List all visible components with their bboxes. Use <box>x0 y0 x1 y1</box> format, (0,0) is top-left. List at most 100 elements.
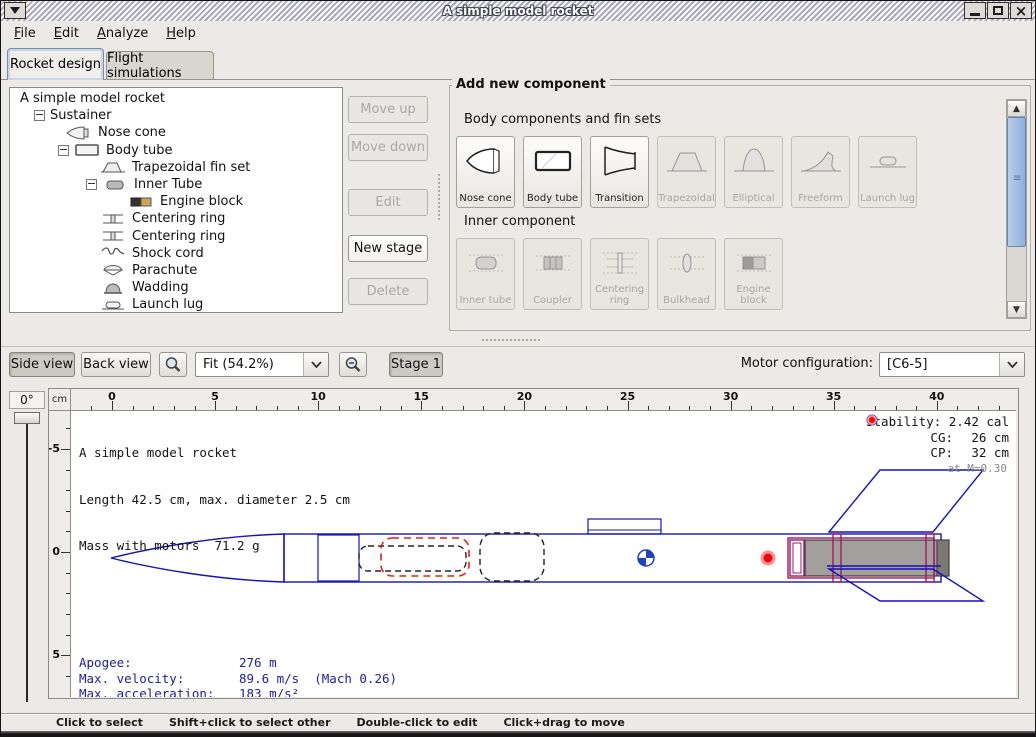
component-tree[interactable]: A simple model rocket Sustainer Nose con… <box>9 87 343 313</box>
transition-button[interactable]: Transition <box>590 136 649 208</box>
centering-ring-button[interactable]: Centering ring <box>590 238 649 310</box>
menubar: File Edit Analyze Help <box>1 21 1035 45</box>
horizontal-splitter[interactable] <box>481 338 541 342</box>
body-components-label: Body components and fin sets <box>464 112 661 127</box>
titlebar[interactable]: A simple model rocket × <box>1 1 1035 22</box>
menu-analyze[interactable]: Analyze <box>88 23 157 44</box>
magnifier-icon <box>344 356 362 374</box>
shock-cord-outline <box>359 546 466 571</box>
centering-ring-icon <box>100 212 126 226</box>
edit-button[interactable]: Edit <box>348 189 428 216</box>
tab-flight-simulations[interactable]: Flight simulations <box>106 51 214 80</box>
trapezoidal-fin-icon <box>659 140 714 182</box>
scrollbar-thumb[interactable] <box>1007 117 1026 247</box>
tree-item-parachute[interactable]: Parachute <box>10 262 342 279</box>
tree-item-trapezoidal-fin-set[interactable]: Trapezoidal fin set <box>10 159 342 176</box>
close-icon: × <box>1015 6 1028 16</box>
hint-click-select: Click to select <box>56 716 143 729</box>
body-tube-button[interactable]: Body tube <box>523 136 582 208</box>
shock-cord-icon <box>100 246 126 260</box>
tree-item-centering-ring-1[interactable]: Centering ring <box>10 210 342 227</box>
wadding-outline <box>480 533 544 581</box>
collapse-icon[interactable] <box>86 179 97 190</box>
tree-item-body-tube[interactable]: Body tube <box>10 142 342 159</box>
motor-configuration-label: Motor configuration: <box>701 356 873 371</box>
inner-tube-button[interactable]: Inner tube <box>456 238 515 310</box>
stability-info: Stability: 2.42 cal CG:26 cm CP:32 cm at… <box>866 414 1009 476</box>
menu-help[interactable]: Help <box>157 23 205 44</box>
component-scrollbar[interactable]: ▲ ▼ <box>1006 99 1027 319</box>
nose-cone-icon <box>66 126 92 140</box>
side-view-button[interactable]: Side view <box>9 352 75 377</box>
launch-lug-icon <box>100 298 126 312</box>
delete-button[interactable]: Delete <box>348 278 428 305</box>
minimize-button[interactable] <box>964 2 986 19</box>
cg-marker <box>638 550 654 566</box>
rotation-slider-handle[interactable] <box>14 412 40 424</box>
motor-nozzle <box>937 540 949 576</box>
tree-item-engine-block[interactable]: Engine block <box>10 193 342 210</box>
hint-shift-click: Shift+click to select other <box>169 716 331 729</box>
parachute-icon <box>100 263 126 277</box>
tab-rocket-design[interactable]: Rocket design <box>7 48 104 80</box>
freeform-fin-button[interactable]: Freeform <box>791 136 850 208</box>
coupler-button[interactable]: Coupler <box>523 238 582 310</box>
group-title: Add new component <box>452 77 610 92</box>
back-view-button[interactable]: Back view <box>81 352 151 377</box>
tree-item-inner-tube[interactable]: Inner Tube <box>10 176 342 193</box>
figure-frame: cm 0510152025303540 -505 <box>48 388 1019 699</box>
rocket-canvas[interactable]: A simple model rocket Length 42.5 cm, ma… <box>71 411 1016 697</box>
coupler-icon <box>525 242 580 284</box>
zoom-in-button[interactable] <box>159 352 187 377</box>
elliptical-fin-button[interactable]: Elliptical <box>724 136 783 208</box>
zoom-select[interactable]: Fit (54.2%) <box>195 352 329 377</box>
tree-item-nose-cone[interactable]: Nose cone <box>10 124 342 141</box>
hint-click-drag: Click+drag to move <box>503 716 624 729</box>
move-up-button[interactable]: Move up <box>348 96 428 123</box>
engine-block-outline <box>790 540 804 576</box>
chevron-down-icon <box>303 353 328 376</box>
zoom-out-button[interactable] <box>339 352 367 377</box>
collapse-icon[interactable] <box>58 145 69 156</box>
statusbar: Click to select Shift+click to select ot… <box>1 713 1035 731</box>
tree-item-rocket[interactable]: A simple model rocket <box>10 90 342 107</box>
cp-marker <box>762 552 774 564</box>
wadding-icon <box>100 281 126 295</box>
tree-item-shock-cord[interactable]: Shock cord <box>10 245 342 262</box>
scroll-down-button[interactable]: ▼ <box>1007 301 1026 318</box>
tree-item-centering-ring-2[interactable]: Centering ring <box>10 228 342 245</box>
motor-configuration-select[interactable]: [C6-5] <box>879 352 1025 377</box>
triangle-down-icon <box>10 7 20 14</box>
upper-fin-outline <box>829 470 983 532</box>
cp-icon <box>866 414 878 426</box>
new-stage-button[interactable]: New stage <box>348 235 428 262</box>
move-down-button[interactable]: Move down <box>348 134 428 161</box>
window-menu-icon[interactable] <box>4 2 26 19</box>
maximize-button[interactable] <box>987 2 1009 19</box>
menu-edit[interactable]: Edit <box>45 23 88 44</box>
menu-file[interactable]: File <box>5 23 45 44</box>
centering-ring-icon <box>100 229 126 243</box>
close-button[interactable]: × <box>1010 2 1032 19</box>
collapse-icon[interactable] <box>34 110 45 121</box>
nose-cone-button[interactable]: Nose cone <box>456 136 515 208</box>
chevron-down-icon <box>999 353 1024 376</box>
tree-item-sustainer[interactable]: Sustainer <box>10 107 342 124</box>
engine-block-button[interactable]: Engine block <box>724 238 783 310</box>
rotation-angle-label: 0° <box>9 391 45 409</box>
inner-components-row: Inner tube Coupler Centering ring Bulkhe… <box>456 238 783 310</box>
nose-cone-icon <box>458 140 513 182</box>
tree-item-launch-lug[interactable]: Launch lug <box>10 296 342 313</box>
rotation-slider[interactable] <box>26 416 28 702</box>
add-component-group: Add new component Body components and fi… <box>449 85 1031 331</box>
scroll-up-button[interactable]: ▲ <box>1007 100 1026 117</box>
tree-item-wadding[interactable]: Wadding <box>10 279 342 296</box>
view-toolbar: Side view Back view Fit (54.2%) Stage 1 … <box>1 346 1035 386</box>
trapezoidal-fin-button[interactable]: Trapezoidal <box>657 136 716 208</box>
stage-1-toggle[interactable]: Stage 1 <box>389 352 443 377</box>
vertical-splitter[interactable] <box>437 173 441 221</box>
bulkhead-icon <box>659 242 714 284</box>
trapezoid-fin-icon <box>100 160 126 174</box>
launch-lug-button[interactable]: Launch lug <box>858 136 917 208</box>
bulkhead-button[interactable]: Bulkhead <box>657 238 716 310</box>
